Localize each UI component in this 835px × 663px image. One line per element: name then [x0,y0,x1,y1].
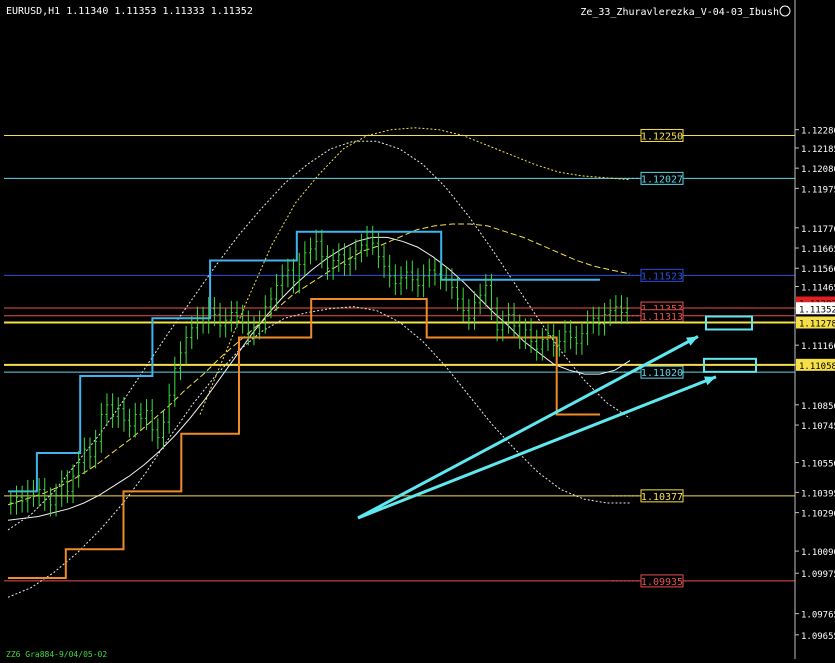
y-tick-label: 1.12080 [801,165,835,175]
y-tick-label: 1.10745 [801,422,835,432]
y-tick-label: 1.11665 [801,245,835,255]
price-marker-label: 1.11058 [799,362,835,372]
y-tick-label: 1.11560 [801,265,835,275]
y-tick-label: 1.09655 [801,632,835,642]
y-tick-label: 1.10290 [801,510,835,520]
chart-root[interactable]: 1.122501.120271.115231.113531.113131.103… [0,0,835,659]
level-label: 1.11020 [641,368,683,379]
symbol-header: EURUSD,H1 1.11340 1.11353 1.11333 1.1135… [6,6,253,17]
y-tick-label: 1.11465 [801,284,835,294]
y-tick-label: 1.09765 [801,611,835,621]
y-tick-label: 1.09975 [801,570,835,580]
price-chart[interactable]: 1.122501.120271.115231.113531.113131.103… [0,0,835,659]
level-label: 1.11313 [641,312,683,323]
y-tick-label: 1.11975 [801,185,835,195]
level-label: 1.09935 [641,577,683,588]
y-tick-label: 1.10395 [801,489,835,499]
price-marker-label: 1.11352 [799,305,835,315]
y-tick-label: 1.11160 [801,342,835,352]
footer-label: ZZ6 Gra884-9/04/05-02 [6,650,107,659]
y-tick-label: 1.12280 [801,127,835,137]
level-label: 1.12027 [641,174,683,185]
y-tick-label: 1.11770 [801,225,835,235]
level-label: 1.10377 [641,492,683,503]
level-label: 1.12250 [641,131,683,142]
y-tick-label: 1.12185 [801,145,835,155]
price-marker-label: 1.11278 [799,319,835,329]
y-tick-label: 1.10090 [801,548,835,558]
y-tick-label: 1.10850 [801,402,835,412]
y-tick-label: 1.10550 [801,460,835,470]
level-label: 1.11523 [641,271,683,282]
indicator-name: Ze_33_Zhuravlerezka_V-04-03_Ibush [580,7,779,18]
